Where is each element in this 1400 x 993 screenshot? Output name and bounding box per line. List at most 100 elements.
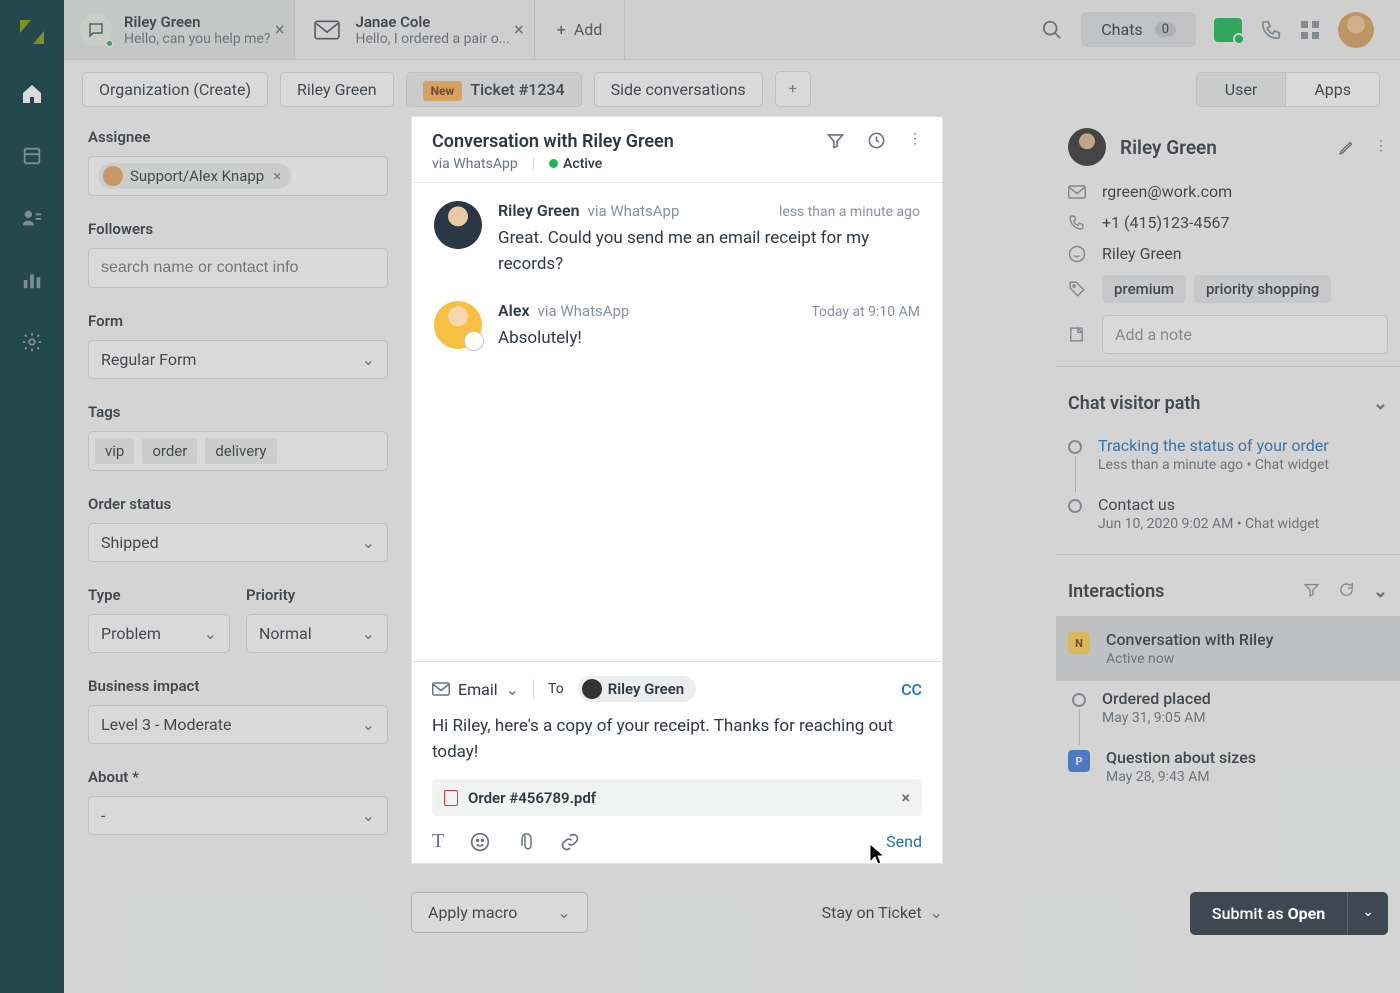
remove-icon[interactable]: × [273,167,281,185]
filter-icon[interactable] [826,131,845,150]
format-text-icon[interactable]: T [432,830,444,853]
search-icon[interactable] [1041,19,1063,41]
attachment[interactable]: Order #456789.pdf × [432,779,922,816]
priority-value: Normal [259,624,312,643]
email-icon [1068,185,1086,199]
add-tab-button[interactable]: + Add [535,0,626,59]
to-recipient[interactable]: Riley Green [578,676,696,702]
seg-user-button[interactable]: User [1197,73,1287,106]
message-time: less than a minute ago [779,204,920,220]
attach-icon[interactable] [516,832,534,852]
composer: Email ⌄ To Riley Green CC Hi Riley, here… [412,661,942,863]
interaction-item[interactable]: P Question about sizesMay 28, 9:43 AM [1068,740,1388,799]
order-status-label: Order status [88,495,388,513]
chevron-down-icon[interactable]: ⌄ [1373,393,1388,414]
about-select[interactable]: -⌄ [88,796,388,835]
followers-input[interactable] [88,248,388,288]
remove-attachment-icon[interactable]: × [902,788,911,807]
send-button[interactable]: Send [886,832,922,851]
stay-label: Stay on Ticket [822,903,922,922]
emoji-icon[interactable] [470,832,490,852]
user-phone[interactable]: +1 (415)123-4567 [1102,213,1229,232]
message-author: Riley Green [498,201,580,220]
note-input[interactable]: Add a note [1102,315,1388,354]
composer-body[interactable]: Hi Riley, here's a copy of your receipt.… [432,714,922,765]
tags-field[interactable]: vip order delivery [88,431,388,471]
message-text: Absolutely! [498,326,920,352]
admin-icon[interactable] [18,328,46,356]
apps-grid-icon[interactable] [1300,20,1320,40]
views-icon[interactable] [18,142,46,170]
submit-prefix: Submit as [1212,904,1288,923]
filter-icon[interactable] [1303,581,1320,602]
home-icon[interactable] [18,80,46,108]
tab-riley[interactable]: Riley Green Hello, can you help me? × [64,0,295,59]
stay-on-ticket-button[interactable]: Stay on Ticket ⌄ [822,903,943,922]
channel-select[interactable]: Email ⌄ [432,680,519,699]
impact-select[interactable]: Level 3 - Moderate ⌄ [88,705,388,744]
form-value: Regular Form [101,350,196,369]
user-tag[interactable]: priority shopping [1194,275,1331,303]
interaction-item[interactable]: Ordered placedMay 31, 9:05 AM [1068,681,1388,740]
type-select[interactable]: Problem ⌄ [88,614,230,653]
more-icon[interactable]: ⋮ [1374,138,1388,156]
interaction-meta: May 28, 9:43 AM [1106,769,1256,785]
customers-icon[interactable] [18,204,46,232]
chat-status-icon[interactable] [1214,18,1242,42]
more-icon[interactable]: ⋮ [908,131,922,150]
user-email[interactable]: rgreen@work.com [1102,182,1232,201]
status-badge: N [1068,632,1090,654]
chevron-down-icon: ⌄ [362,715,375,734]
phone-icon[interactable] [1260,19,1282,41]
cc-button[interactable]: CC [901,680,922,699]
user-tag[interactable]: premium [1102,275,1186,303]
side-conversations-button[interactable]: Side conversations [594,72,763,107]
whatsapp-icon [1068,245,1086,263]
about-label: About * [88,768,388,786]
avatar [434,201,482,249]
edit-icon[interactable] [1338,138,1356,156]
add-side-button[interactable]: + [775,71,811,107]
apply-macro-button[interactable]: Apply macro ⌄ [411,892,588,933]
close-icon[interactable]: × [275,19,285,40]
conversation-status: Active [563,156,602,172]
order-status-select[interactable]: Shipped⌄ [88,523,388,562]
visitor-path-item[interactable]: Tracking the status of your orderLess th… [1068,428,1388,487]
tag[interactable]: delivery [205,438,276,464]
user-whatsapp[interactable]: Riley Green [1102,244,1182,263]
tab-janae[interactable]: Janae Cole Hello, I ordered a pair o... … [295,0,534,59]
submit-button[interactable]: Submit as Open [1190,892,1347,935]
tag[interactable]: order [142,438,197,464]
seg-apps-button[interactable]: Apps [1286,73,1379,106]
tag[interactable]: vip [95,438,134,464]
reporting-icon[interactable] [18,266,46,294]
requester-button[interactable]: Riley Green [280,72,394,107]
refresh-icon[interactable] [1338,581,1355,602]
link-icon[interactable] [560,832,580,852]
ticket-pill[interactable]: NewTicket #1234 [406,72,582,107]
chevron-down-icon[interactable]: ⌄ [1373,581,1388,602]
priority-select[interactable]: Normal⌄ [246,614,388,653]
path-meta: Jun 10, 2020 9:02 AM • Chat widget [1098,516,1319,532]
type-label: Type [88,586,230,604]
assignee-field[interactable]: Support/Alex Knapp× [88,156,388,196]
interaction-item[interactable]: N Conversation with RileyActive now [1056,616,1400,681]
timeline-dot [1072,693,1086,707]
visitor-path-item[interactable]: Contact usJun 10, 2020 9:02 AM • Chat wi… [1068,487,1388,546]
close-icon[interactable]: × [514,19,524,40]
to-label: To [548,681,564,697]
submit-dropdown-button[interactable]: ⌄ [1347,892,1388,935]
chevron-down-icon: ⌄ [204,624,217,643]
history-icon[interactable] [867,131,886,150]
form-select[interactable]: Regular Form ⌄ [88,340,388,379]
visitor-path-heading: Chat visitor path [1068,393,1200,414]
chevron-down-icon: ⌄ [930,903,943,922]
user-avatar[interactable] [1338,12,1374,48]
interaction-title: Conversation with Riley [1106,630,1273,649]
chevron-down-icon: ⌄ [362,350,375,369]
chevron-down-icon: ⌄ [506,680,519,699]
chats-pill[interactable]: Chats 0 [1081,12,1196,47]
org-button[interactable]: Organization (Create) [82,72,268,107]
impact-value: Level 3 - Moderate [101,715,231,734]
type-value: Problem [101,624,161,643]
